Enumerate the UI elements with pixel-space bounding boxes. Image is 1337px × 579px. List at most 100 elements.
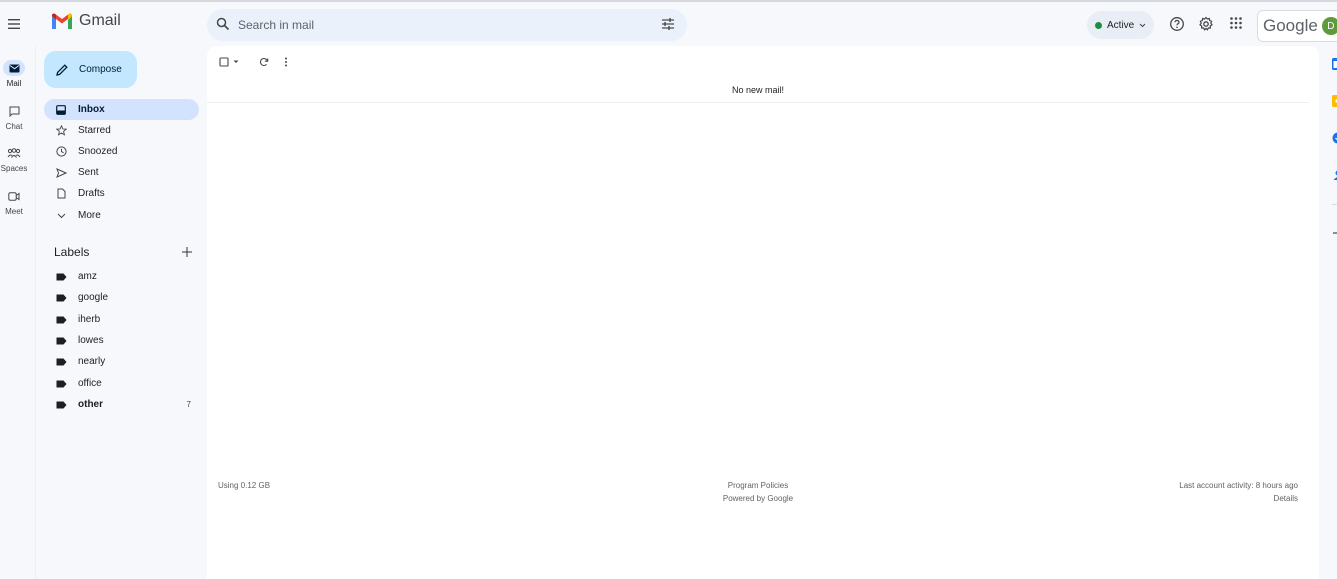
select-all-button[interactable] <box>219 57 245 67</box>
account-switcher[interactable]: Google D <box>1257 10 1337 42</box>
search-icon[interactable] <box>216 17 230 31</box>
nav-label: Snoozed <box>78 146 118 157</box>
add-addon-icon[interactable] <box>1332 228 1337 238</box>
gmail-logo[interactable]: Gmail <box>51 12 121 30</box>
header: Gmail Active <box>0 2 1337 46</box>
program-policies-link[interactable]: Program Policies <box>728 481 788 490</box>
activity-text: Last account activity: 8 hours ago <box>1179 481 1298 490</box>
google-wordmark: Google <box>1263 16 1318 35</box>
rail-label: Chat <box>5 122 23 131</box>
chevron-down-icon <box>1139 23 1146 27</box>
refresh-button[interactable] <box>251 57 277 67</box>
contacts-icon[interactable] <box>1332 169 1337 181</box>
label-item-office[interactable]: office <box>44 373 199 394</box>
nav-label: Starred <box>78 125 111 136</box>
nav-item-more[interactable]: More <box>44 205 199 226</box>
details-link[interactable]: Details <box>1274 494 1298 503</box>
rail-item-chat[interactable]: Chat <box>0 103 28 143</box>
message-list-panel: No new mail! Using 0.12 GB Program Polic… <box>207 46 1319 579</box>
avatar: D <box>1321 17 1337 35</box>
nav-item-inbox[interactable]: Inbox <box>44 99 199 120</box>
pencil-icon <box>56 63 68 76</box>
side-panel-divider <box>1332 204 1337 205</box>
gear-icon[interactable] <box>1198 16 1214 32</box>
chat-icon <box>9 106 19 117</box>
label-name: lowes <box>78 335 104 346</box>
rail-icon-holder <box>3 103 25 119</box>
status-dot <box>1095 21 1102 29</box>
nav-item-drafts[interactable]: Drafts <box>44 183 199 204</box>
footer-links: Program Policies Powered by Google <box>658 479 858 505</box>
calendar-icon[interactable] <box>1332 58 1337 70</box>
rail-icon-holder <box>3 188 25 204</box>
label-name: google <box>78 292 109 303</box>
rail-label: Meet <box>5 207 23 216</box>
label-icon <box>56 337 66 344</box>
refresh-icon <box>259 57 269 67</box>
gmail-m-icon <box>52 13 72 29</box>
powered-by-text: Powered by Google <box>722 494 794 503</box>
nav-item-sent[interactable]: Sent <box>44 162 199 183</box>
checkbox-icon <box>219 57 229 67</box>
label-name: amz <box>78 271 97 282</box>
label-name: iherb <box>78 314 101 325</box>
status-label: Active <box>1107 19 1135 31</box>
app-name: Gmail <box>79 12 121 29</box>
search-input[interactable] <box>236 9 646 41</box>
label-icon <box>56 401 66 408</box>
label-name: other <box>78 399 103 410</box>
chevron-down-icon <box>57 213 65 218</box>
label-item-amz[interactable]: amz <box>44 266 199 287</box>
compose-button[interactable]: Compose <box>44 51 137 88</box>
tune-icon[interactable] <box>660 17 676 31</box>
nav-label: Sent <box>78 167 99 178</box>
draft-icon <box>57 188 65 199</box>
apps-grid-icon[interactable] <box>1229 16 1243 30</box>
plus-icon[interactable] <box>181 246 193 258</box>
rail-item-meet[interactable]: Meet <box>0 188 28 228</box>
label-item-iherb[interactable]: iherb <box>44 309 199 330</box>
label-name: office <box>78 378 102 389</box>
rail-icon-holder <box>3 145 25 161</box>
side-panel <box>1325 46 1337 579</box>
unread-count: 7 <box>186 400 191 409</box>
nav-item-snoozed[interactable]: Snoozed <box>44 141 199 162</box>
main-menu-button[interactable] <box>4 10 24 38</box>
keep-icon[interactable] <box>1332 95 1337 107</box>
rail-item-spaces[interactable]: Spaces <box>0 145 28 185</box>
search-bar <box>207 9 687 41</box>
nav-item-starred[interactable]: Starred <box>44 120 199 141</box>
rail-item-mail[interactable]: Mail <box>0 60 28 100</box>
inbox-icon <box>56 104 66 115</box>
label-item-google[interactable]: google <box>44 287 199 308</box>
spaces-icon <box>7 147 21 158</box>
empty-inbox-message: No new mail! <box>731 85 785 95</box>
status-selector[interactable]: Active <box>1087 11 1154 39</box>
storage-text[interactable]: Using 0.12 GB <box>218 481 270 490</box>
compose-label: Compose <box>79 64 122 75</box>
more-options-button[interactable] <box>279 57 293 67</box>
list-divider <box>207 102 1309 103</box>
label-icon <box>56 358 66 365</box>
label-item-other[interactable]: other 7 <box>44 394 199 415</box>
more-vert-icon <box>285 57 287 67</box>
menu-icon <box>8 19 20 29</box>
label-item-lowes[interactable]: lowes <box>44 330 199 351</box>
nav-label: Inbox <box>78 104 105 115</box>
rail-divider <box>35 46 36 579</box>
tasks-icon[interactable] <box>1332 132 1337 144</box>
send-icon <box>55 167 67 178</box>
star-icon <box>55 125 67 136</box>
list-toolbar <box>219 55 293 69</box>
label-icon <box>56 294 66 301</box>
rail-icon-holder <box>3 60 25 76</box>
label-item-nearly[interactable]: nearly <box>44 351 199 372</box>
labels-heading: Labels <box>54 245 90 259</box>
meet-icon <box>8 191 20 201</box>
nav-label: Drafts <box>78 188 105 199</box>
rail-label: Spaces <box>0 164 28 173</box>
mail-icon <box>9 64 19 72</box>
account-activity: Last account activity: 8 hours ago Detai… <box>1058 479 1298 505</box>
help-icon[interactable] <box>1169 16 1185 32</box>
nav-label: More <box>78 210 101 221</box>
